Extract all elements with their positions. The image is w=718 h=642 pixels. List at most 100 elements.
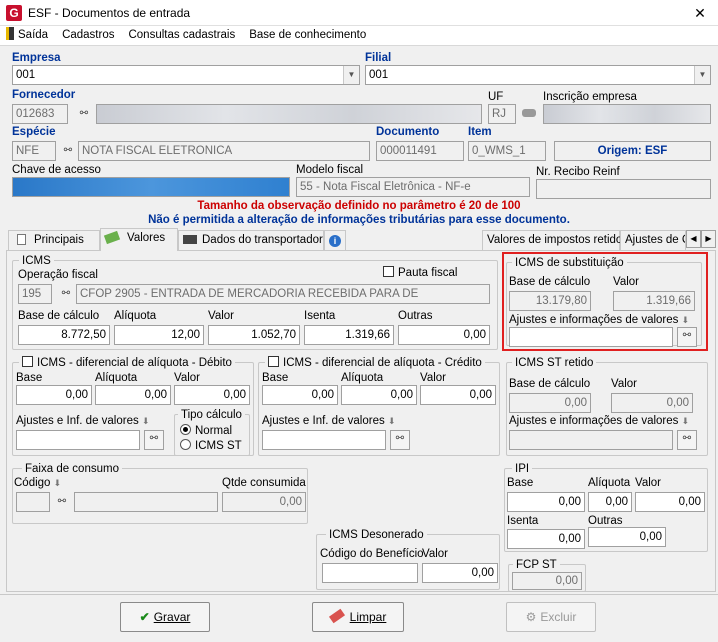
ipi-outras-field[interactable]: 0,00 (588, 527, 666, 547)
faixa-codigo-field[interactable] (16, 492, 50, 512)
st-retido-valor-field[interactable]: 0,00 (611, 393, 693, 413)
recibo-field[interactable] (536, 179, 711, 199)
faixa-codigo-label: Código ⬇ (14, 477, 62, 489)
chave-field (12, 177, 290, 197)
tab-impostos-retidos[interactable]: Valores de impostos retidos (482, 230, 628, 250)
binoculars-icon[interactable]: ⚯ (677, 430, 697, 450)
empresa-combo[interactable]: 001 ▼ (12, 65, 360, 85)
info-icon: i (329, 235, 341, 247)
filial-label: Filial (365, 52, 392, 64)
limpar-button[interactable]: Limpar (312, 602, 404, 632)
difal-debito-aliquota-label: Alíquota (95, 372, 138, 384)
operacao-code[interactable]: 195 (18, 284, 52, 304)
binoculars-icon[interactable]: ⚯ (677, 327, 697, 347)
operacao-desc: CFOP 2905 - ENTRADA DE MERCADORIA RECEBI… (76, 284, 490, 304)
desonerado-valor-label: Valor (422, 548, 448, 560)
warning-observacao: Tamanho da observação definido no parâme… (197, 200, 521, 212)
difal-debito-valor-field[interactable]: 0,00 (174, 385, 250, 405)
binoculars-icon[interactable]: ⚯ (56, 286, 76, 304)
tab-info[interactable]: i (324, 230, 346, 250)
pauta-checkbox[interactable]: Pauta fiscal (383, 266, 457, 280)
origem-box: Origem: ESF (554, 141, 711, 161)
desonerado-valor-field[interactable]: 0,00 (422, 563, 498, 583)
st-retido-base-label: Base de cálculo (509, 378, 591, 390)
binoculars-icon[interactable]: ⚯ (58, 143, 78, 161)
icms-st-valor-field[interactable]: 1.319,66 (613, 291, 695, 311)
modelo-field: 55 - Nota Fiscal Eletrônica - NF-e (296, 177, 530, 197)
radio-icms-st[interactable]: ICMS ST (180, 439, 242, 453)
difal-debito-aliquota-field[interactable]: 0,00 (95, 385, 171, 405)
ipi-isenta-field[interactable]: 0,00 (507, 529, 585, 549)
ipi-aliquota-field[interactable]: 0,00 (588, 492, 632, 512)
st-retido-ajustes-field[interactable] (509, 430, 673, 450)
difal-debito-title: ICMS - diferencial de alíquota - Débito (19, 356, 235, 370)
chevron-down-icon[interactable]: ▼ (694, 66, 710, 84)
arrow-down-icon: ⬇ (141, 416, 150, 426)
menu-cadastros[interactable]: Cadastros (62, 29, 114, 41)
icms-isenta-field[interactable]: 1.319,66 (304, 325, 394, 345)
money-icon (103, 230, 121, 245)
icms-aliquota-field[interactable]: 12,00 (114, 325, 204, 345)
icms-base-field[interactable]: 8.772,50 (18, 325, 110, 345)
arrow-down-icon: ⬇ (387, 416, 396, 426)
binoculars-icon[interactable]: ⚯ (52, 494, 72, 512)
radio-normal[interactable]: Normal (180, 424, 232, 438)
fornecedor-code[interactable]: 012683 (12, 104, 68, 124)
difal-debito-ajustes-field[interactable] (16, 430, 140, 450)
binoculars-icon[interactable]: ⚯ (144, 430, 164, 450)
difal-credito-base-label: Base (262, 372, 289, 384)
ipi-outras-label: Outras (588, 515, 623, 527)
faixa-qtde-field[interactable]: 0,00 (222, 492, 306, 512)
menu-base-conhecimento[interactable]: Base de conhecimento (249, 29, 366, 41)
item-field[interactable]: 0_WMS_1 (468, 141, 546, 161)
operacao-label: Operação fiscal (18, 269, 98, 281)
gravar-button[interactable]: ✔ Gravar (120, 602, 210, 632)
menu-saida[interactable]: Saída (18, 29, 48, 41)
tab-principais[interactable]: Principais (8, 230, 100, 250)
especie-label: Espécie (12, 126, 56, 138)
difal-credito-ajustes-field[interactable] (262, 430, 386, 450)
tab-transportador[interactable]: Dados do transportador (178, 230, 324, 250)
filial-combo[interactable]: 001 ▼ (365, 65, 711, 85)
icms-valor-label: Valor (208, 310, 234, 322)
ipi-valor-field[interactable]: 0,00 (635, 492, 705, 512)
uf-field[interactable]: RJ (488, 104, 516, 124)
difal-credito-valor-field[interactable]: 0,00 (420, 385, 496, 405)
binoculars-icon[interactable]: ⚯ (74, 106, 94, 124)
icms-st-ajustes-field[interactable] (509, 327, 673, 347)
icms-st-valor-label: Valor (613, 276, 639, 288)
binoculars-icon[interactable]: ⚯ (390, 430, 410, 450)
ipi-base-field[interactable]: 0,00 (507, 492, 585, 512)
tab-scroll-right[interactable]: ▶ (701, 230, 716, 248)
difal-credito-valor-label: Valor (420, 372, 446, 384)
difal-credito-base-field[interactable]: 0,00 (262, 385, 338, 405)
fcp-st-field[interactable]: 0,00 (512, 572, 582, 590)
difal-debito-valor-label: Valor (174, 372, 200, 384)
chave-label: Chave de acesso (12, 164, 101, 176)
icms-outras-field[interactable]: 0,00 (398, 325, 490, 345)
close-icon[interactable]: ✕ (690, 3, 710, 23)
difal-debito-base-field[interactable]: 0,00 (16, 385, 92, 405)
document-icon (17, 234, 26, 245)
chevron-down-icon[interactable]: ▼ (343, 66, 359, 84)
icms-st-ajustes-label: Ajustes e informações de valores ⬇ (509, 314, 690, 326)
window-title: ESF - Documentos de entrada (28, 6, 191, 20)
icms-st-base-label: Base de cálculo (509, 276, 591, 288)
icms-st-base-field[interactable]: 13.179,80 (509, 291, 591, 311)
icms-valor-field[interactable]: 1.052,70 (208, 325, 300, 345)
exit-icon (6, 27, 14, 40)
especie-code[interactable]: NFE (12, 141, 56, 161)
tab-scroll-left[interactable]: ◀ (686, 230, 701, 248)
difal-credito-aliquota-field[interactable]: 0,00 (341, 385, 417, 405)
documento-field[interactable]: 000011491 (376, 141, 464, 161)
ipi-base-label: Base (507, 477, 534, 489)
ipi-valor-label: Valor (635, 477, 661, 489)
st-retido-base-field[interactable]: 0,00 (509, 393, 591, 413)
tab-ajustes[interactable]: Ajustes de C (620, 230, 686, 250)
excluir-button[interactable]: ⚙ Excluir (506, 602, 596, 632)
tab-valores[interactable]: Valores (100, 228, 178, 251)
menu-consultas[interactable]: Consultas cadastrais (128, 29, 235, 41)
difal-credito-title: ICMS - diferencial de alíquota - Crédito (265, 356, 485, 370)
desonerado-codigo-field[interactable] (322, 563, 418, 583)
ipi-isenta-label: Isenta (507, 515, 539, 527)
